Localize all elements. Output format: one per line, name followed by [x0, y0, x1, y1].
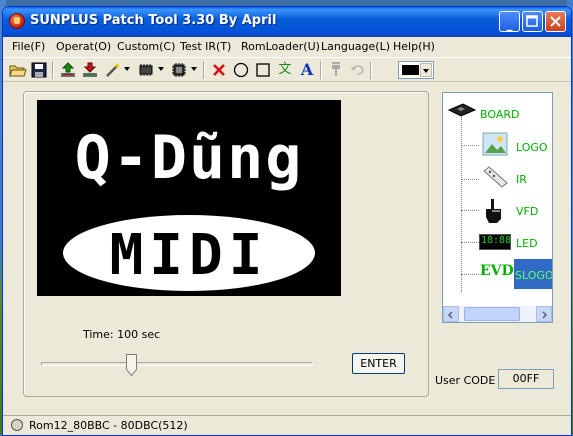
tree-line [461, 242, 479, 244]
circle-icon[interactable] [232, 61, 250, 79]
preview-line-2: MIDI [110, 223, 269, 288]
app-icon[interactable] [9, 13, 25, 29]
hand-icon[interactable] [483, 197, 507, 229]
download-icon[interactable] [81, 61, 99, 79]
menu-help[interactable]: Help(H) [393, 40, 435, 53]
menu-operat[interactable]: Operat(O) [56, 40, 111, 53]
time-slider-thumb[interactable] [125, 354, 137, 377]
menu-bar: File(F) Operat(O) Custom(C) Test IR(T) R… [3, 37, 571, 57]
menu-file[interactable]: File(F) [12, 40, 45, 53]
status-text: Rom12_80BBC - 80DBC(512) [29, 419, 188, 432]
minimize-icon: _ [506, 17, 513, 31]
color-dropdown-button[interactable] [420, 63, 432, 77]
toolbar-separator [370, 61, 372, 79]
tree-node-vfd[interactable]: VFD [516, 205, 538, 218]
menu-language[interactable]: Language(L) [321, 40, 390, 53]
close-icon [546, 12, 565, 31]
remote-icon[interactable] [480, 165, 510, 195]
color-swatch [402, 65, 419, 75]
preview-line-1: Q-Dũng [75, 123, 304, 193]
upload-icon[interactable] [59, 61, 77, 79]
toolbar: 文 A [3, 57, 571, 82]
picture-icon[interactable] [480, 131, 510, 163]
resource-tree[interactable]: BOARD LOGO IR VFD 18:88 LED EVD SLOGO [442, 92, 553, 323]
status-bar: Rom12_80BBC - 80DBC(512) [3, 415, 571, 435]
menu-custom[interactable]: Custom(C) [117, 40, 175, 53]
led-display-digits: 18:88 [481, 235, 512, 246]
menu-test-ir[interactable]: Test IR(T) [180, 40, 231, 53]
chip-settings-icon[interactable] [170, 61, 188, 79]
time-label: Time: 100 sec [83, 328, 161, 341]
save-icon[interactable] [30, 61, 48, 79]
maximize-icon [523, 12, 542, 31]
board-icon[interactable] [447, 102, 477, 124]
undo-icon[interactable] [348, 61, 366, 79]
toolbar-separator [320, 61, 322, 79]
tree-node-board[interactable]: BOARD [480, 108, 519, 121]
tree-line [461, 179, 479, 181]
color-picker[interactable] [398, 61, 434, 79]
text-wen-icon[interactable]: 文 [276, 61, 294, 79]
wand-dropdown-icon[interactable] [124, 67, 130, 71]
rectangle-icon[interactable] [254, 61, 272, 79]
minimize-button[interactable]: _ [499, 11, 520, 32]
time-slider-track[interactable] [41, 362, 313, 366]
text-a-icon[interactable]: A [298, 61, 316, 79]
app-window: SUNPLUS Patch Tool 3.30 By April _ File(… [2, 6, 572, 436]
chip-settings-dropdown-icon[interactable] [191, 67, 197, 71]
tree-line [461, 114, 463, 292]
open-folder-icon[interactable] [9, 61, 27, 79]
chevron-down-icon [423, 69, 429, 73]
title-bar[interactable]: SUNPLUS Patch Tool 3.30 By April _ [3, 7, 571, 37]
user-code-label: User CODE [435, 374, 496, 387]
user-code-field[interactable]: 00FF [498, 369, 554, 389]
paint-icon[interactable] [327, 61, 345, 79]
led-display-icon[interactable]: 18:88 [479, 234, 511, 250]
tree-horizontal-scrollbar[interactable] [443, 306, 552, 322]
tree-line [461, 210, 479, 212]
status-icon [11, 419, 23, 431]
tree-line [461, 145, 479, 147]
enter-button[interactable]: ENTER [352, 353, 405, 374]
tree-node-ir[interactable]: IR [516, 173, 527, 186]
tree-node-logo[interactable]: LOGO [516, 141, 548, 154]
tree-line [461, 274, 479, 276]
toolbar-separator [52, 61, 54, 79]
toolbar-separator [203, 61, 205, 79]
tree-node-led[interactable]: LED [516, 237, 538, 250]
chip-dropdown-icon[interactable] [158, 67, 164, 71]
scroll-thumb[interactable] [464, 307, 520, 321]
delete-icon[interactable] [210, 61, 228, 79]
tree-node-slogo[interactable]: SLOGO [515, 269, 552, 282]
scroll-right-button[interactable] [536, 306, 552, 322]
scroll-left-button[interactable] [443, 306, 459, 322]
preview-canvas[interactable]: Q-Dũng MIDI [37, 100, 341, 296]
window-title: SUNPLUS Patch Tool 3.30 By April [30, 13, 277, 28]
menu-romloader[interactable]: RomLoader(U) [241, 40, 320, 53]
maximize-button[interactable] [522, 11, 543, 32]
evd-icon[interactable]: EVD [480, 263, 514, 279]
close-button[interactable] [545, 11, 566, 32]
chip-icon[interactable] [137, 61, 155, 79]
wand-icon[interactable] [104, 61, 122, 79]
